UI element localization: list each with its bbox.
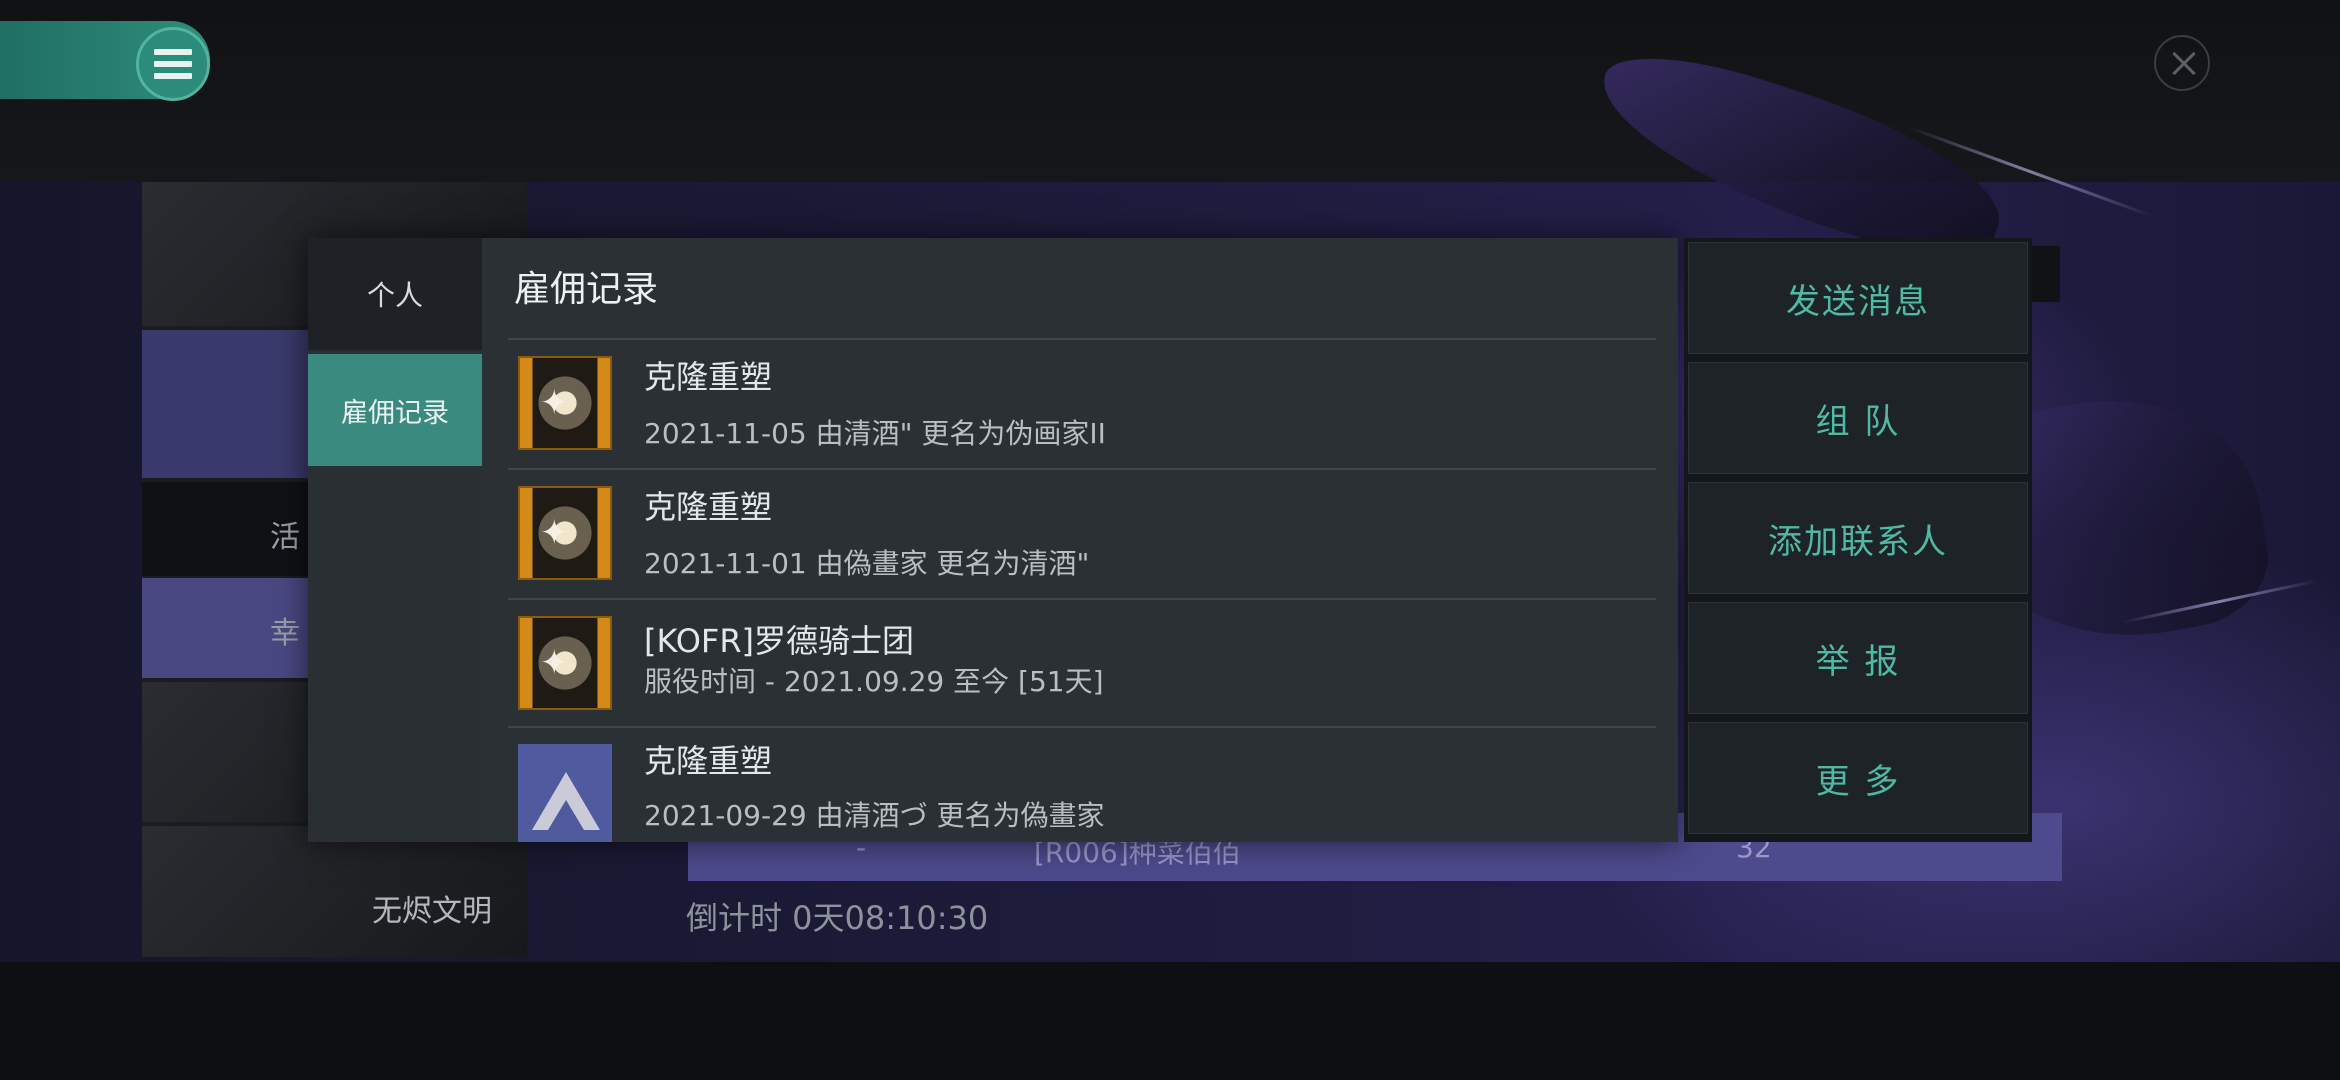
- countdown-text: 倒计时 0天08:10:30: [686, 899, 989, 937]
- divider: [508, 338, 1656, 340]
- popup-side-nav: 个人 雇佣记录: [308, 238, 482, 842]
- divider: [508, 468, 1656, 470]
- record-detail: 2021-11-01 由偽畫家 更名为清酒": [644, 547, 1090, 580]
- tab-employment-record[interactable]: 雇佣记录: [308, 354, 482, 466]
- event-tile-label: 幸: [270, 616, 300, 651]
- bottom-background: [0, 962, 2340, 1080]
- eagle-emblem-icon: ✦: [518, 616, 612, 710]
- add-contact-button[interactable]: 添加联系人: [1688, 482, 2028, 594]
- hamburger-menu-icon: [154, 49, 192, 79]
- employment-record-panel: 雇佣记录 ✦ 克隆重塑 2021-11-05 由清酒" 更名为伪画家II ✦ 克…: [482, 238, 1678, 842]
- event-tile-label: 无烬文明: [372, 894, 492, 929]
- close-button[interactable]: [2154, 35, 2210, 91]
- eagle-emblem-icon: ✦: [518, 356, 612, 450]
- list-item[interactable]: ✦ 克隆重塑 2021-11-05 由清酒" 更名为伪画家II: [508, 342, 1656, 468]
- triangle-emblem-icon: [518, 744, 612, 842]
- menu-button[interactable]: [136, 27, 210, 101]
- action-button-column: 发送消息 组 队 添加联系人 举 报 更 多: [1684, 238, 2032, 842]
- corp-name: 克隆重塑: [644, 488, 773, 526]
- event-tile: 无烬文明: [142, 826, 527, 957]
- tab-personal[interactable]: 个人: [308, 238, 482, 350]
- send-message-button[interactable]: 发送消息: [1688, 242, 2028, 354]
- player-info-popup: 个人 雇佣记录 雇佣记录 ✦ 克隆重塑 2021-11-05 由清酒" 更名为伪…: [308, 238, 1678, 842]
- record-detail: 2021-11-05 由清酒" 更名为伪画家II: [644, 417, 1106, 450]
- eagle-emblem-icon: ✦: [518, 486, 612, 580]
- report-button[interactable]: 举 报: [1688, 602, 2028, 714]
- divider: [508, 726, 1656, 728]
- panel-title: 雇佣记录: [514, 269, 659, 310]
- list-item[interactable]: 克隆重塑 2021-09-29 由清酒づ 更名为偽畫家: [508, 730, 1656, 842]
- list-item[interactable]: ✦ 克隆重塑 2021-11-01 由偽畫家 更名为清酒": [508, 472, 1656, 598]
- list-item[interactable]: ✦ [KOFR]罗德骑士团 服役时间 - 2021.09.29 至今 [51天]: [508, 602, 1656, 728]
- more-button[interactable]: 更 多: [1688, 722, 2028, 834]
- corp-name: [KOFR]罗德骑士团: [644, 622, 915, 660]
- divider: [508, 598, 1656, 600]
- corp-name: 克隆重塑: [644, 742, 773, 780]
- team-button[interactable]: 组 队: [1688, 362, 2028, 474]
- record-detail: 服役时间 - 2021.09.29 至今 [51天]: [644, 665, 1104, 698]
- event-tile-label: 活: [270, 520, 300, 555]
- corp-name: 克隆重塑: [644, 358, 773, 396]
- record-detail: 2021-09-29 由清酒づ 更名为偽畫家: [644, 799, 1105, 832]
